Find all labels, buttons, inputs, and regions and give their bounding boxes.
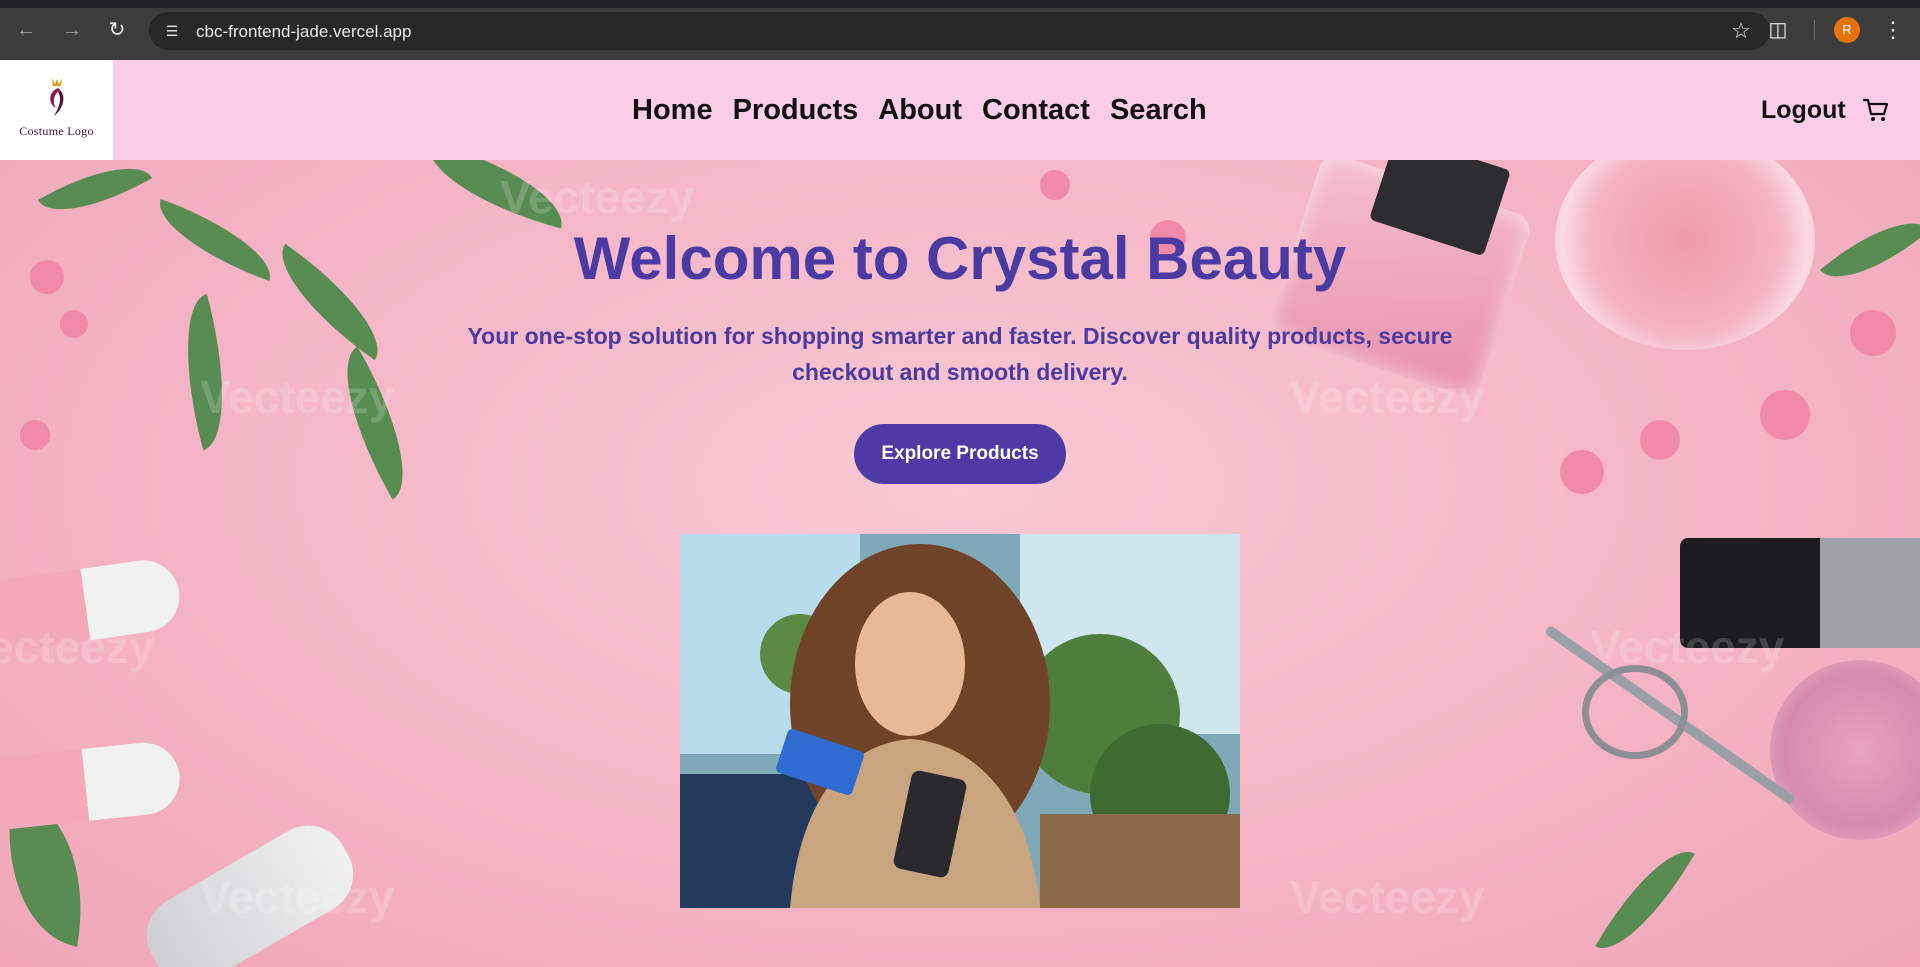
- reload-icon[interactable]: ↻: [105, 18, 129, 42]
- tab-strip: [0, 0, 1920, 8]
- site-header: Costume Logo Home Products About Contact…: [0, 60, 1920, 160]
- watermark: Vecteezy: [1290, 871, 1485, 923]
- flower-decoration: [1760, 390, 1810, 440]
- toolbar-divider: [1814, 20, 1815, 40]
- flower-decoration: [20, 420, 50, 450]
- flower-decoration: [1640, 420, 1680, 460]
- profile-avatar[interactable]: R: [1834, 17, 1860, 43]
- explore-products-button[interactable]: Explore Products: [854, 424, 1066, 484]
- hero-title: Welcome to Crystal Beauty: [573, 225, 1347, 292]
- ring-decoration: [1582, 665, 1688, 759]
- watermark: Vecteezy: [200, 371, 395, 423]
- hero-subtitle: Your one-stop solution for shopping smar…: [467, 323, 1453, 385]
- logo-emblem-icon: [50, 78, 64, 116]
- logo[interactable]: Costume Logo: [0, 60, 113, 160]
- leaf-decoration: [37, 160, 153, 233]
- nav-contact[interactable]: Contact: [972, 92, 1100, 128]
- nav-about[interactable]: About: [868, 92, 972, 128]
- shopping-woman-illustration: [680, 534, 1240, 908]
- watermark: Vecteezy: [200, 871, 395, 923]
- tune-icon[interactable]: ☰: [162, 21, 182, 41]
- logout-button[interactable]: Logout: [1761, 92, 1846, 128]
- address-bar[interactable]: ☰ cbc-frontend-jade.vercel.app ☆: [149, 12, 1770, 50]
- hero-image: [680, 534, 1240, 908]
- flower-decoration: [1560, 450, 1604, 494]
- watermark: Vecteezy: [500, 171, 695, 223]
- browser-toolbar: ← → ↻ ☰ cbc-frontend-jade.vercel.app ☆ ◫…: [0, 0, 1920, 60]
- star-icon[interactable]: ☆: [1730, 20, 1752, 42]
- flower-decoration: [60, 310, 88, 338]
- flower-decoration: [1850, 310, 1896, 356]
- arrow-left-icon[interactable]: ←: [14, 18, 38, 42]
- puzzle-icon[interactable]: ◫: [1766, 18, 1790, 42]
- kebab-icon[interactable]: ⋮: [1882, 17, 1904, 43]
- nail-decoration: [0, 739, 184, 833]
- url-text[interactable]: cbc-frontend-jade.vercel.app: [196, 22, 411, 42]
- main-nav: Home Products About Contact Search: [632, 92, 1217, 128]
- arrow-right-icon[interactable]: →: [60, 18, 84, 42]
- watermark: Vecteezy: [0, 621, 155, 673]
- nav-products[interactable]: Products: [723, 92, 869, 128]
- nav-search[interactable]: Search: [1100, 92, 1217, 128]
- nav-home[interactable]: Home: [632, 92, 723, 128]
- logo-text: Costume Logo: [19, 124, 94, 138]
- watermark: Vecteezy: [1590, 621, 1785, 673]
- flower-decoration: [1040, 170, 1070, 200]
- hero-section: Vecteezy Vecteezy Vecteezy Vecteezy Vect…: [0, 160, 1920, 967]
- cart-icon[interactable]: [1862, 96, 1890, 124]
- leaf-decoration: [1595, 833, 1695, 967]
- pot-decoration: [1770, 660, 1920, 840]
